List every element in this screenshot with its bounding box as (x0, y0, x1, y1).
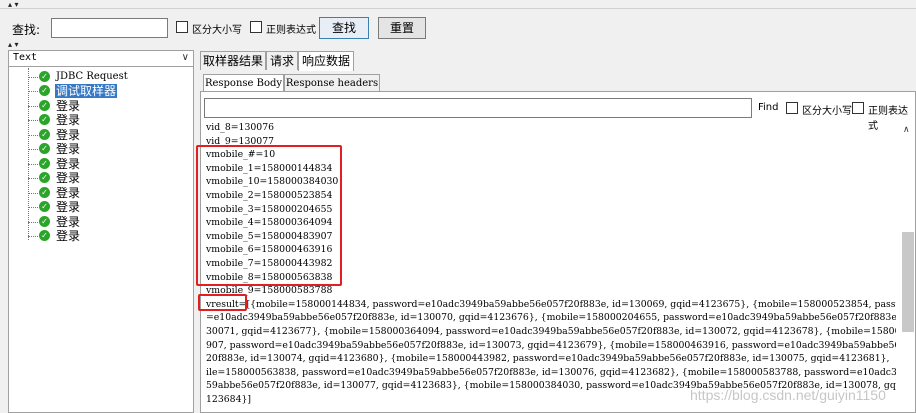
watermark: https://blog.csdn.net/guiyin1150 (690, 387, 886, 403)
response-line: vid_8=130076 (206, 122, 275, 133)
reset-button[interactable]: 重置 (378, 17, 426, 39)
tree-connector (28, 77, 38, 78)
tab-sampler-result[interactable]: 取样器结果 (200, 51, 266, 70)
success-check-icon: ✓ (39, 172, 50, 183)
tree-connector (28, 178, 38, 179)
scroll-up-arrow-icon[interactable]: ∧ (903, 125, 910, 135)
success-check-icon: ✓ (39, 201, 50, 212)
success-check-icon: ✓ (39, 187, 50, 198)
tree-connector (28, 91, 38, 92)
success-check-icon: ✓ (39, 216, 50, 227)
tree-item-label: 登录 (56, 186, 81, 200)
result-tree-panel: Text ∨ ✓ JDBC Request ✓ 调试取样器 ✓ 登录 ✓ 登录 ✓ 登录 ✓ 登录 ✓ 登… (8, 50, 194, 413)
tree-item-label: JDBC Request (56, 71, 128, 82)
renderer-select-value: Text (13, 52, 38, 63)
success-check-icon: ✓ (39, 230, 50, 241)
tree-connector (28, 149, 38, 150)
renderer-select[interactable]: Text ∨ (9, 51, 193, 67)
search-bar: 查找: 区分大小写 正则表达式 查找 重置 (0, 8, 916, 42)
response-line: 907, password=e10adc3949ba59abbe56e057f2… (206, 339, 896, 351)
tree-item-label: 登录 (56, 171, 81, 185)
tree-connector (28, 207, 38, 208)
splitter-handle-bottom[interactable]: ▴ ▾ (8, 40, 19, 49)
vertical-scrollbar-thumb[interactable] (902, 232, 914, 332)
tree-item-label: 登录 (56, 215, 81, 229)
search-input[interactable] (51, 18, 168, 38)
success-check-icon: ✓ (39, 129, 50, 140)
tree-connector-line (28, 68, 29, 240)
regex-label: 正则表达式 (266, 25, 316, 36)
tree-connector (28, 135, 38, 136)
success-check-icon: ✓ (39, 114, 50, 125)
tree-connector (28, 236, 38, 237)
success-check-icon: ✓ (39, 158, 50, 169)
tree-item-label: 登录 (56, 142, 81, 156)
case-sensitive-label: 区分大小写 (192, 25, 242, 36)
tree-connector (28, 193, 38, 194)
tree-item-label: 登录 (56, 200, 81, 214)
tab-request[interactable]: 请求 (266, 51, 298, 70)
response-line: vresult=[{mobile=158000144834, password=… (206, 298, 896, 310)
success-check-icon: ✓ (39, 71, 50, 82)
tree-item-label: 登录 (56, 113, 81, 127)
tree-item-label: 登录 (56, 229, 81, 243)
tree-connector (28, 120, 38, 121)
tree-item-label: 调试取样器 (55, 84, 118, 98)
regex-checkbox[interactable] (250, 21, 262, 33)
response-line: 30071, gqid=4123677}, {mobile=1580003640… (206, 325, 896, 337)
success-check-icon: ✓ (39, 85, 50, 96)
response-line: 20f883e, id=130074, gqid=4123680}, {mobi… (206, 353, 890, 365)
find-case-label: 区分大小写 (802, 106, 852, 117)
vmobile-highlight-box (196, 145, 342, 286)
search-label: 查找: (12, 23, 41, 37)
find-case-checkbox[interactable] (786, 102, 798, 114)
find-button[interactable]: 查找 (319, 17, 369, 39)
success-check-icon: ✓ (39, 143, 50, 154)
response-line: vmobile_9=158000583788 (206, 285, 333, 297)
case-sensitive-checkbox[interactable] (176, 21, 188, 33)
find-label: Find (758, 102, 779, 113)
tab-response-body[interactable]: Response Body (203, 74, 284, 92)
response-line: ile=158000563838, password=e10adc3949ba5… (206, 366, 896, 378)
tab-response-headers[interactable]: Response headers (284, 74, 380, 92)
find-regex-checkbox[interactable] (852, 102, 864, 114)
find-input[interactable] (204, 98, 752, 118)
tab-response-data[interactable]: 响应数据 (298, 51, 354, 71)
tree-connector (28, 164, 38, 165)
tree-item-label: 登录 (56, 128, 81, 142)
tree-item-label: 登录 (56, 99, 81, 113)
tree-connector (28, 222, 38, 223)
response-line: =e10adc3949ba59abbe56e057f20f883e, id=13… (206, 312, 896, 324)
tree-connector (28, 106, 38, 107)
chevron-down-icon: ∨ (181, 52, 189, 63)
tree-item-label: 登录 (56, 157, 81, 171)
success-check-icon: ✓ (39, 100, 50, 111)
vresult-highlight-box (198, 294, 247, 311)
